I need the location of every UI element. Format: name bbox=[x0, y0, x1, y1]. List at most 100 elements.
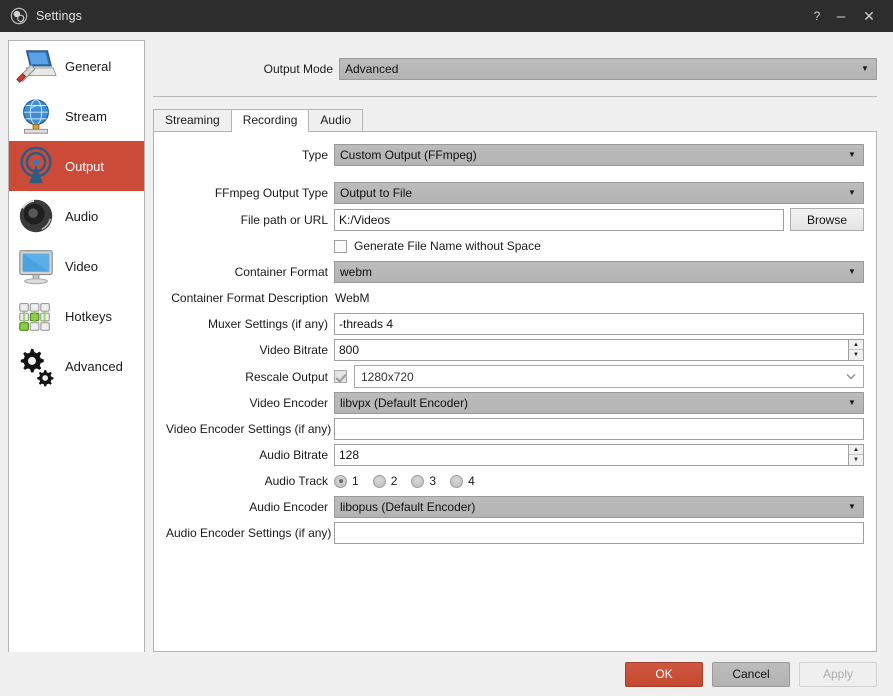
dialog-body: General Stream Output Audio Video Hotkey… bbox=[0, 32, 893, 660]
radio-icon bbox=[450, 474, 464, 488]
video-bitrate-row: Video Bitrate 800 ▲ ▼ bbox=[166, 339, 864, 361]
container-format-select[interactable]: webm ▼ bbox=[334, 261, 864, 283]
video-encoder-settings-row: Video Encoder Settings (if any) bbox=[166, 418, 864, 440]
generate-no-space-checkbox[interactable]: Generate File Name without Space bbox=[334, 239, 541, 253]
video-encoder-select[interactable]: libvpx (Default Encoder) ▼ bbox=[334, 392, 864, 414]
container-format-row: Container Format webm ▼ bbox=[166, 261, 864, 283]
sidebar-item-hotkeys[interactable]: Hotkeys bbox=[9, 291, 144, 341]
sidebar-item-video[interactable]: Video bbox=[9, 241, 144, 291]
rescale-output-value: 1280x720 bbox=[361, 369, 414, 384]
recording-tab-panel: Type Custom Output (FFmpeg) ▼ FFmpeg Out… bbox=[153, 131, 877, 652]
ffmpeg-output-type-row: FFmpeg Output Type Output to File ▼ bbox=[166, 182, 864, 204]
sidebar-item-stream[interactable]: Stream bbox=[9, 91, 144, 141]
section-divider bbox=[153, 96, 877, 97]
sidebar-item-label: Output bbox=[65, 158, 105, 174]
window-controls: ? – ✕ bbox=[807, 3, 887, 29]
rescale-output-select[interactable]: 1280x720 bbox=[354, 365, 864, 388]
audio-encoder-value: libopus (Default Encoder) bbox=[340, 500, 476, 514]
stepper-up-icon[interactable]: ▲ bbox=[849, 340, 863, 350]
sidebar-item-output[interactable]: Output bbox=[9, 141, 144, 191]
rescale-output-row: Rescale Output 1280x720 bbox=[166, 365, 864, 388]
stream-globe-icon bbox=[23, 99, 49, 134]
video-bitrate-stepper[interactable]: 800 ▲ ▼ bbox=[334, 339, 864, 361]
chevron-down-icon: ▼ bbox=[848, 150, 856, 159]
sidebar-item-general[interactable]: General bbox=[9, 41, 144, 91]
audio-track-row: Audio Track 1 2 3 4 bbox=[166, 470, 864, 492]
audio-track-option-3[interactable]: 3 bbox=[411, 474, 436, 488]
type-select[interactable]: Custom Output (FFmpeg) ▼ bbox=[334, 144, 864, 166]
sidebar-item-label: Audio bbox=[65, 208, 99, 224]
ffmpeg-output-type-select[interactable]: Output to File ▼ bbox=[334, 182, 864, 204]
window-title: Settings bbox=[36, 9, 82, 23]
container-format-description-row: Container Format Description WebM bbox=[166, 287, 864, 309]
video-encoder-settings-label: Video Encoder Settings (if any) bbox=[166, 422, 332, 436]
type-row: Type Custom Output (FFmpeg) ▼ bbox=[166, 144, 864, 166]
audio-track-label: Audio Track bbox=[264, 474, 328, 488]
chevron-down-icon: ▼ bbox=[848, 267, 856, 276]
type-value: Custom Output (FFmpeg) bbox=[340, 148, 477, 162]
sidebar-item-label: Video bbox=[65, 258, 99, 274]
chevron-down-icon bbox=[843, 373, 859, 380]
generate-no-space-label: Generate File Name without Space bbox=[354, 239, 541, 253]
container-format-description-value: WebM bbox=[335, 291, 370, 305]
audio-encoder-select[interactable]: libopus (Default Encoder) ▼ bbox=[334, 496, 864, 518]
ffmpeg-output-type-value: Output to File bbox=[340, 186, 413, 200]
video-encoder-settings-input[interactable] bbox=[334, 418, 864, 440]
tab-audio[interactable]: Audio bbox=[308, 109, 364, 131]
chevron-down-icon: ▼ bbox=[861, 64, 869, 73]
audio-track-option-label: 3 bbox=[429, 474, 437, 488]
minimize-button[interactable]: – bbox=[827, 3, 855, 29]
stepper-buttons[interactable]: ▲ ▼ bbox=[848, 445, 863, 465]
settings-sidebar: General Stream Output Audio Video Hotkey… bbox=[8, 40, 145, 660]
stepper-down-icon[interactable]: ▼ bbox=[849, 350, 863, 360]
chevron-down-icon: ▼ bbox=[848, 188, 856, 197]
stepper-down-icon[interactable]: ▼ bbox=[849, 455, 863, 465]
video-bitrate-label: Video Bitrate bbox=[259, 343, 329, 357]
hotkeys-keyboard-icon bbox=[19, 303, 50, 331]
audio-track-option-4[interactable]: 4 bbox=[450, 474, 475, 488]
muxer-settings-input[interactable]: -threads 4 bbox=[334, 313, 864, 335]
audio-track-option-2[interactable]: 2 bbox=[372, 474, 397, 488]
ok-button[interactable]: OK bbox=[625, 661, 703, 687]
type-label: Type bbox=[301, 148, 328, 162]
tab-recording[interactable]: Recording bbox=[230, 109, 310, 132]
browse-button[interactable]: Browse bbox=[790, 208, 864, 231]
help-button[interactable]: ? bbox=[807, 3, 827, 29]
audio-track-option-label: 4 bbox=[468, 474, 475, 488]
tab-streaming[interactable]: Streaming bbox=[153, 109, 232, 131]
generate-no-space-row: Generate File Name without Space bbox=[166, 235, 864, 257]
sidebar-item-audio[interactable]: Audio bbox=[9, 191, 144, 241]
rescale-output-label: Rescale Output bbox=[245, 369, 328, 384]
audio-bitrate-stepper[interactable]: 128 ▲ ▼ bbox=[334, 444, 864, 466]
rescale-output-checkbox[interactable] bbox=[334, 370, 347, 383]
cancel-button[interactable]: Cancel bbox=[712, 661, 790, 687]
stepper-buttons[interactable]: ▲ ▼ bbox=[848, 340, 863, 360]
settings-window: Settings ? – ✕ General Stream Output Aud… bbox=[0, 0, 893, 696]
audio-bitrate-value: 128 bbox=[339, 448, 360, 462]
radio-icon bbox=[334, 474, 347, 488]
output-broadcast-antenna-icon bbox=[20, 146, 52, 184]
container-format-description-label: Container Format Description bbox=[171, 291, 328, 305]
audio-bitrate-row: Audio Bitrate 128 ▲ ▼ bbox=[166, 444, 864, 466]
muxer-settings-row: Muxer Settings (if any) -threads 4 bbox=[166, 313, 864, 335]
muxer-settings-label: Muxer Settings (if any) bbox=[207, 317, 328, 331]
file-path-row: File path or URL K:/Videos Browse bbox=[166, 208, 864, 231]
audio-speaker-icon bbox=[19, 199, 53, 233]
stepper-up-icon[interactable]: ▲ bbox=[849, 445, 863, 455]
audio-track-option-1[interactable]: 1 bbox=[334, 474, 359, 488]
dialog-footer: OK Cancel Apply bbox=[0, 652, 893, 696]
output-mode-value: Advanced bbox=[345, 62, 399, 76]
container-format-value: webm bbox=[340, 265, 373, 279]
audio-encoder-settings-input[interactable] bbox=[334, 522, 864, 544]
obs-logo-icon bbox=[10, 7, 28, 25]
file-path-label: File path or URL bbox=[240, 212, 328, 227]
sidebar-item-label: Stream bbox=[65, 108, 107, 124]
close-button[interactable]: ✕ bbox=[855, 3, 883, 29]
title-bar: Settings ? – ✕ bbox=[0, 0, 893, 32]
video-encoder-row: Video Encoder libvpx (Default Encoder) ▼ bbox=[166, 392, 864, 414]
apply-button[interactable]: Apply bbox=[799, 661, 877, 687]
sidebar-item-advanced[interactable]: Advanced bbox=[9, 341, 144, 391]
output-mode-label: Output Mode bbox=[263, 62, 333, 76]
output-mode-select[interactable]: Advanced ▼ bbox=[339, 58, 877, 80]
file-path-input[interactable]: K:/Videos bbox=[334, 208, 784, 231]
